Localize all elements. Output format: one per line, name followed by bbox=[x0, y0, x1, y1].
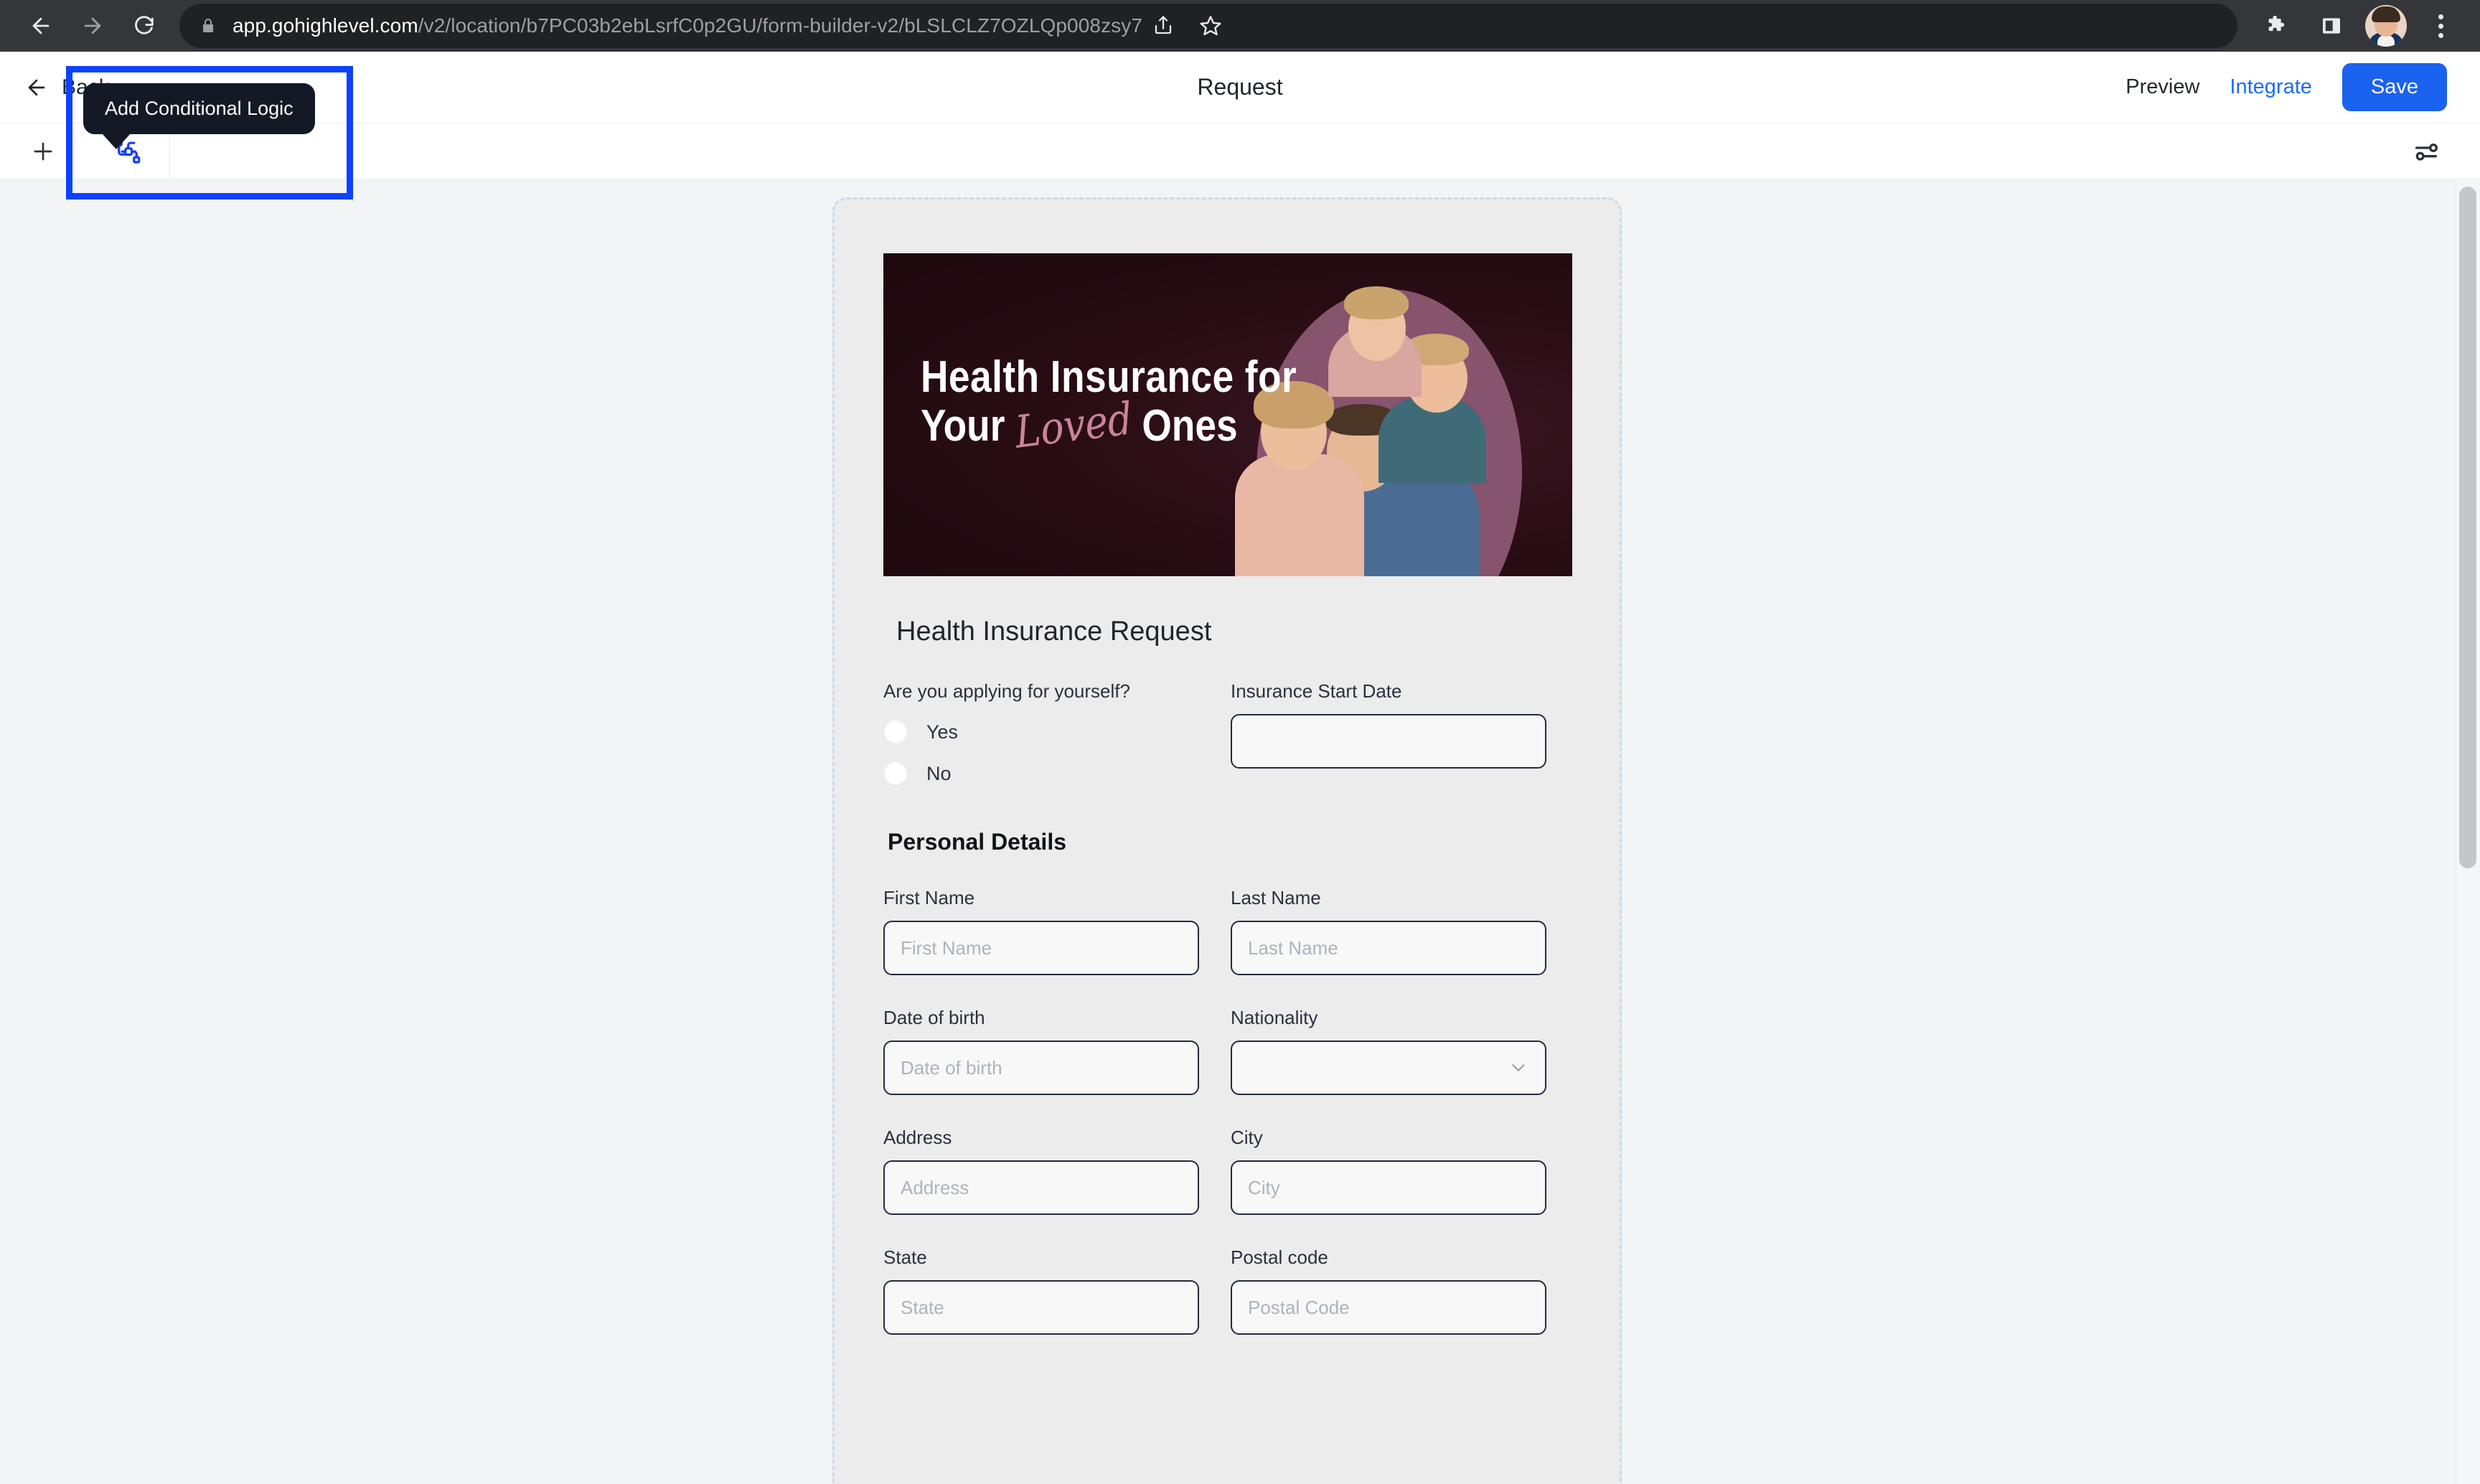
form-title: Health Insurance Request bbox=[896, 616, 1212, 647]
puzzle-piece-icon bbox=[2268, 15, 2285, 32]
preview-button[interactable]: Preview bbox=[2126, 75, 2199, 99]
side-panel-button[interactable] bbox=[2311, 5, 2352, 47]
hero-headline-line2: Your Loved Ones bbox=[921, 392, 1297, 458]
arrow-right-icon bbox=[84, 17, 101, 34]
lock-icon bbox=[199, 17, 217, 34]
mother-body bbox=[1235, 454, 1364, 576]
share-icon bbox=[1155, 16, 1172, 34]
save-button[interactable]: Save bbox=[2342, 63, 2447, 111]
field-label: Postal code bbox=[1231, 1246, 1328, 1268]
radio-option-yes[interactable]: Yes bbox=[883, 720, 1199, 744]
field-first-name: First Name First Name bbox=[883, 887, 1199, 975]
page-title: Request bbox=[1197, 74, 1283, 100]
postal-code-input[interactable]: Postal Code bbox=[1231, 1280, 1546, 1335]
state-input[interactable]: State bbox=[883, 1280, 1199, 1335]
browser-nav-buttons bbox=[19, 4, 166, 48]
field-postal-code: Postal code Postal Code bbox=[1231, 1246, 1546, 1335]
city-input[interactable]: City bbox=[1231, 1160, 1546, 1215]
field-label: State bbox=[883, 1246, 927, 1268]
form-row-applying: Are you applying for yourself? Yes No In… bbox=[883, 680, 1571, 786]
forward-button[interactable] bbox=[70, 4, 115, 48]
field-last-name: Last Name Last Name bbox=[1231, 887, 1546, 975]
bookmark-button[interactable] bbox=[1190, 5, 1231, 47]
browser-toolbar: app.gohighlevel.com/v2/location/b7PC03b2… bbox=[0, 0, 2480, 52]
app-header: Back Request Preview Integrate Save bbox=[0, 52, 2480, 123]
star-icon bbox=[1200, 16, 1221, 36]
arrow-left-icon bbox=[32, 17, 50, 34]
url-path: /v2/location/b7PC03b2ebLsrfC0p2GU/form-b… bbox=[418, 14, 1143, 37]
field-label: Insurance Start Date bbox=[1231, 680, 1402, 702]
add-element-button[interactable] bbox=[0, 138, 86, 165]
field-address: Address Address bbox=[883, 1127, 1199, 1215]
hero-word-your: Your bbox=[921, 400, 1005, 451]
field-nationality: Nationality bbox=[1231, 1007, 1546, 1095]
extensions-button[interactable] bbox=[2256, 5, 2298, 47]
back-button[interactable] bbox=[19, 4, 63, 48]
nationality-select[interactable] bbox=[1231, 1041, 1546, 1095]
tooltip-add-conditional-logic: Add Conditional Logic bbox=[83, 83, 315, 149]
hero-word-ones: Ones bbox=[1142, 400, 1238, 451]
address-input[interactable]: Address bbox=[883, 1160, 1199, 1215]
side-panel-icon bbox=[2323, 18, 2340, 34]
radio-label: No bbox=[926, 762, 952, 784]
form-canvas: Health Insurance for Your Loved Ones Hea… bbox=[0, 179, 2480, 1484]
builder-toolbar bbox=[0, 123, 2480, 179]
radio-button[interactable] bbox=[883, 761, 908, 786]
integrate-button[interactable]: Integrate bbox=[2230, 75, 2311, 99]
three-dots-vertical-icon bbox=[2438, 14, 2443, 38]
reload-button[interactable] bbox=[122, 4, 166, 48]
hero-banner-image[interactable]: Health Insurance for Your Loved Ones bbox=[883, 253, 1572, 576]
sliders-icon bbox=[2415, 143, 2438, 161]
field-city: City City bbox=[1231, 1127, 1546, 1215]
browser-actions bbox=[2237, 5, 2461, 47]
field-label: Date of birth bbox=[883, 1007, 985, 1028]
date-of-birth-input[interactable]: Date of birth bbox=[883, 1041, 1199, 1095]
radio-label: Yes bbox=[926, 720, 959, 743]
field-label: City bbox=[1231, 1127, 1263, 1148]
form-row-address-city: Address Address City City bbox=[883, 1127, 1571, 1215]
plus-icon bbox=[34, 142, 52, 160]
field-label: Nationality bbox=[1231, 1007, 1318, 1028]
radio-option-no[interactable]: No bbox=[883, 761, 1199, 786]
browser-menu-button[interactable] bbox=[2420, 5, 2461, 47]
form-settings-button[interactable] bbox=[2405, 131, 2447, 172]
url-text: app.gohighlevel.com/v2/location/b7PC03b2… bbox=[232, 14, 1142, 37]
insurance-start-date-input[interactable] bbox=[1231, 714, 1546, 769]
arrow-left-icon bbox=[28, 79, 45, 95]
field-are-you-applying: Are you applying for yourself? Yes No bbox=[883, 680, 1199, 786]
toolbar-right bbox=[2405, 131, 2480, 172]
url-host: app.gohighlevel.com bbox=[232, 14, 418, 37]
field-label: Are you applying for yourself? bbox=[883, 680, 1130, 702]
header-actions: Preview Integrate Save bbox=[2126, 63, 2480, 111]
girl-hair bbox=[1344, 286, 1409, 319]
form-row-name: First Name First Name Last Name Last Nam… bbox=[883, 887, 1571, 975]
share-button[interactable] bbox=[1142, 5, 1184, 47]
field-label: Address bbox=[883, 1127, 952, 1148]
first-name-input[interactable]: First Name bbox=[883, 921, 1199, 975]
avatar-hair bbox=[2372, 6, 2400, 22]
field-date-of-birth: Date of birth Date of birth bbox=[883, 1007, 1199, 1095]
hero-headline: Health Insurance for Your Loved Ones bbox=[921, 353, 1358, 459]
canvas-scrollbar[interactable] bbox=[2456, 179, 2480, 1484]
field-state: State State bbox=[883, 1246, 1199, 1335]
omnibox-actions bbox=[1142, 5, 1236, 47]
form-row-state-postal: State State Postal code Postal Code bbox=[883, 1246, 1571, 1335]
field-label: Last Name bbox=[1231, 887, 1321, 908]
avatar[interactable] bbox=[2365, 5, 2407, 47]
hero-word-loved: Loved bbox=[1013, 392, 1135, 459]
address-bar[interactable]: app.gohighlevel.com/v2/location/b7PC03b2… bbox=[179, 4, 2237, 48]
form-row-dob-nationality: Date of birth Date of birth Nationality bbox=[883, 1007, 1571, 1095]
radio-button[interactable] bbox=[883, 720, 908, 744]
reload-icon bbox=[135, 16, 154, 34]
form-card: Health Insurance for Your Loved Ones Hea… bbox=[832, 197, 1622, 1484]
chevron-down-icon bbox=[1512, 1064, 1525, 1071]
field-label: First Name bbox=[883, 887, 975, 908]
scrollbar-thumb[interactable] bbox=[2459, 187, 2476, 868]
section-heading-personal-details: Personal Details bbox=[888, 829, 1066, 855]
field-insurance-start-date: Insurance Start Date bbox=[1231, 680, 1546, 786]
last-name-input[interactable]: Last Name bbox=[1231, 921, 1546, 975]
avatar-shirt bbox=[2377, 35, 2395, 47]
